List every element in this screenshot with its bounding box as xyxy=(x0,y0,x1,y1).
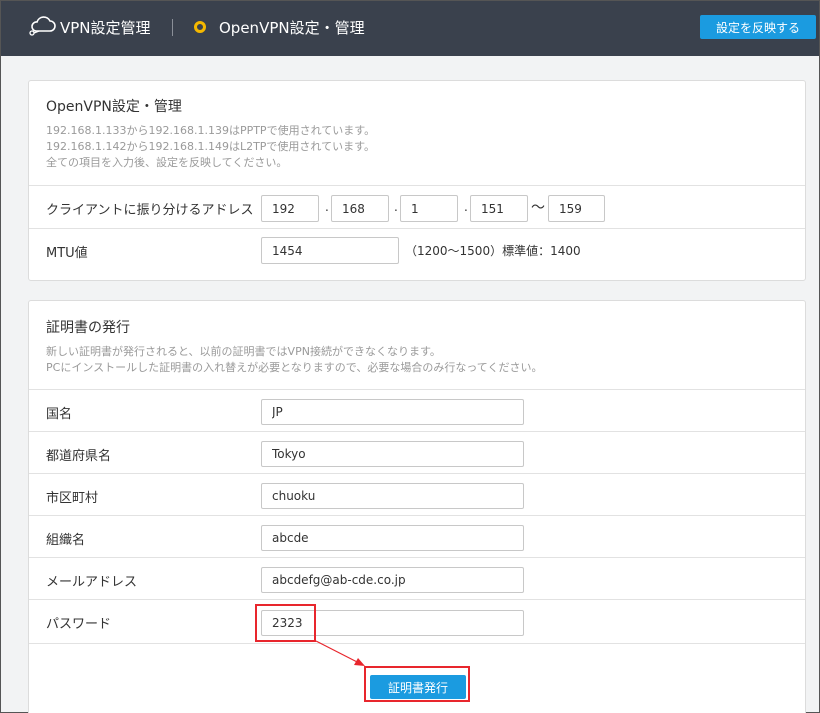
annotation-arrow-icon xyxy=(315,640,365,666)
